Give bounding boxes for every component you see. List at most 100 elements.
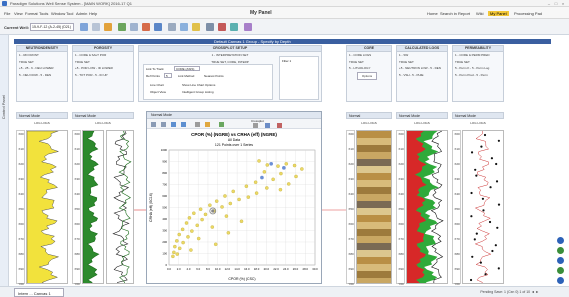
- y-axis-label: CRHA (eff) (SC16): [149, 193, 153, 222]
- y-tick-label: 300: [162, 229, 167, 233]
- x-tick-label: 14.0: [234, 267, 240, 271]
- x-tick-label: 4.0: [187, 267, 191, 271]
- data-point: [286, 182, 291, 186]
- data-point: [253, 180, 258, 184]
- data-point: [246, 195, 251, 199]
- data-point: [192, 211, 196, 216]
- y-tick-label: 700: [162, 183, 167, 187]
- undo-icon[interactable]: [161, 122, 166, 127]
- y-tick-label: 1000: [161, 148, 168, 152]
- status-bar: Intern ... Canvas 1 Pending Save: 1 (Cxn…: [0, 286, 569, 297]
- status-text: Pending Save: 1 (Cxn 0) 1 of 10 ◄ ►: [480, 290, 539, 294]
- data-point: [171, 254, 175, 259]
- highlight-point: [282, 166, 286, 170]
- move-icon[interactable]: [151, 122, 156, 127]
- data-point: [208, 203, 212, 207]
- data-point: [196, 236, 201, 241]
- data-point: [203, 212, 208, 217]
- data-point: [223, 194, 227, 198]
- x-tick-label: 26.0: [293, 267, 299, 271]
- crossplot-toolbar: Crossplot: [147, 119, 321, 129]
- crossplot-chart[interactable]: CPOR (%) (NGRE) vs CRHA (eff) (NGRE)All …: [147, 130, 321, 283]
- x-tick-label: 30.0: [312, 267, 318, 271]
- data-point: [239, 219, 244, 224]
- y-tick-label: 800: [162, 171, 167, 175]
- x-tick-label: 22.0: [273, 267, 279, 271]
- lasso-icon[interactable]: [205, 122, 210, 127]
- data-point: [271, 177, 275, 182]
- select-icon[interactable]: [195, 122, 200, 127]
- data-point: [180, 227, 185, 232]
- y-tick-label: 600: [162, 194, 167, 198]
- data-point: [265, 163, 270, 167]
- side-settings-icon[interactable]: [557, 267, 564, 274]
- y-tick-label: 100: [162, 252, 167, 256]
- chart-subtitle: 121 Points over 1 Series: [215, 143, 253, 147]
- y-tick-label: 500: [162, 206, 167, 210]
- print-icon[interactable]: [277, 123, 282, 128]
- data-point: [177, 232, 181, 237]
- data-point: [276, 164, 280, 168]
- data-point: [200, 217, 204, 222]
- data-point: [292, 163, 297, 168]
- side-info-icon[interactable]: [557, 237, 564, 244]
- data-point: [184, 221, 189, 225]
- y-tick-label: 200: [162, 240, 167, 244]
- side-help-icon[interactable]: [557, 277, 564, 284]
- data-point: [224, 214, 229, 218]
- data-point: [244, 184, 249, 188]
- canvas-tab[interactable]: Intern ... Canvas 1: [14, 288, 64, 297]
- data-point: [181, 240, 185, 245]
- side-refresh-icon[interactable]: [557, 247, 564, 254]
- selected-point-center: [211, 209, 215, 213]
- data-point: [294, 174, 298, 179]
- data-point: [198, 207, 203, 211]
- data-point: [278, 187, 283, 192]
- chart-title: CPOR (%) (NGRE) vs CRHA (eff) (NGRE): [191, 132, 277, 137]
- data-point: [228, 201, 233, 206]
- chart-subtitle: All Data: [228, 138, 240, 142]
- data-point: [210, 225, 215, 229]
- zoom-in-icon[interactable]: [171, 122, 176, 127]
- legend-icon[interactable]: [253, 123, 258, 128]
- x-tick-label: 8.0: [206, 267, 210, 271]
- x-tick-label: 28.0: [303, 267, 309, 271]
- data-point: [237, 197, 241, 202]
- chart-icon[interactable]: [219, 122, 224, 127]
- data-point: [189, 248, 193, 252]
- x-tick-label: 2.0: [177, 267, 181, 271]
- data-point: [173, 244, 177, 249]
- side-layers-icon[interactable]: [557, 257, 564, 264]
- data-point: [279, 171, 283, 176]
- x-tick-label: 10.0: [215, 267, 221, 271]
- data-point: [214, 199, 219, 203]
- data-point: [254, 191, 259, 195]
- x-tick-label: 0.0: [167, 267, 171, 271]
- y-tick-label: 900: [162, 160, 167, 164]
- data-point: [284, 162, 289, 166]
- x-tick-label: 20.0: [264, 267, 270, 271]
- data-point: [195, 223, 199, 228]
- data-point: [175, 239, 179, 243]
- data-point: [187, 216, 192, 220]
- data-point: [213, 242, 218, 247]
- export-icon[interactable]: [265, 123, 270, 128]
- data-point: [186, 235, 190, 239]
- crossplot-window-title: Normal Mode: [151, 113, 173, 117]
- data-point: [262, 170, 267, 174]
- data-point: [231, 189, 235, 194]
- x-tick-label: 6.0: [196, 267, 200, 271]
- x-tick-label: 12.0: [225, 267, 231, 271]
- data-point: [177, 246, 182, 251]
- data-point: [226, 231, 231, 235]
- data-point: [300, 167, 304, 171]
- highlight-point: [269, 162, 273, 166]
- data-point: [175, 252, 180, 256]
- data-point: [172, 250, 176, 255]
- x-tick-label: 24.0: [283, 267, 289, 271]
- crossplot-window[interactable]: Normal Mode Crossplot CPOR (%) (NGRE) vs…: [146, 111, 322, 284]
- x-tick-label: 18.0: [254, 267, 260, 271]
- data-point: [257, 159, 261, 163]
- zoom-out-icon[interactable]: [181, 122, 186, 127]
- x-axis-label: CPOR (%) (CSC): [228, 277, 255, 281]
